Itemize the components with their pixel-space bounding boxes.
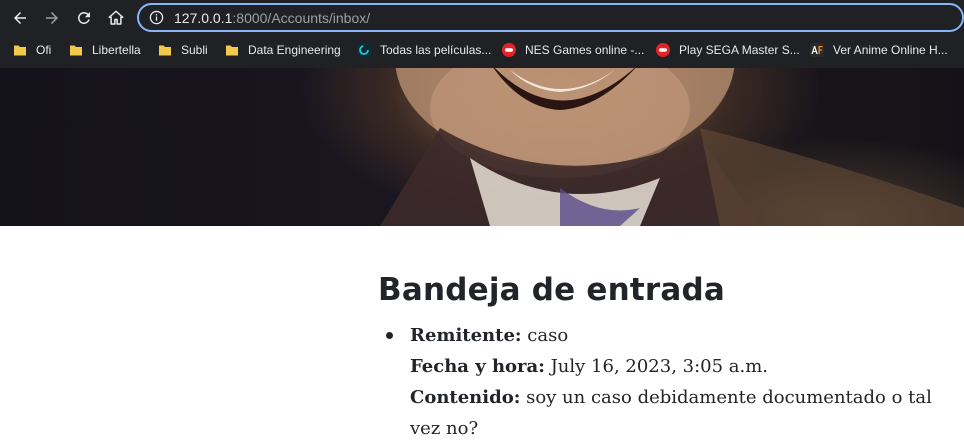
message-content-line: Contenido: soy un caso debidamente docum… [410,382,950,444]
url-text: 127.0.0.1:8000/Accounts/inbox/ [174,10,370,26]
address-bar[interactable]: 127.0.0.1:8000/Accounts/inbox/ [137,3,964,32]
home-button[interactable] [104,6,128,30]
sender-value: caso [527,325,569,346]
list-bullet [386,332,393,339]
bookmark-play-sega[interactable]: Play SEGA Master S... [656,40,800,60]
af-logo-icon [810,43,824,57]
bookmark-label: Data Engineering [248,43,341,57]
folder-icon [226,45,238,56]
bookmark-ofi[interactable]: Ofi [13,40,51,60]
bookmark-libertella[interactable]: Libertella [69,40,141,60]
bookmark-label: Ofi [36,43,52,57]
bookmark-todas-las-peliculas[interactable]: Todas las películas... [357,40,491,60]
bookmark-label: Ver Anime Online H... [833,43,948,57]
message-sender-line: Remitente: caso [410,320,950,351]
datetime-label: Fecha y hora: [410,356,545,377]
url-host: 127.0.0.1 [174,10,233,26]
sender-label: Remitente: [410,325,522,346]
url-path: :8000/Accounts/inbox/ [232,10,371,26]
back-arrow-icon [14,12,26,24]
forward-arrow-icon [46,12,58,24]
forward-button[interactable] [40,6,64,30]
bookmark-ver-anime[interactable]: Ver Anime Online H... [810,40,948,60]
folder-icon [159,45,171,56]
bookmark-label: Todas las películas... [380,43,492,57]
bookmark-data-engineering[interactable]: Data Engineering [225,40,341,60]
gamepad-icon [656,43,670,57]
bookmark-subli[interactable]: Subli [158,40,208,60]
bookmark-label: NES Games online -... [525,43,645,57]
bookmarks-bar: Ofi Libertella Subli Data Engineering To… [0,38,964,62]
bookmark-label: Libertella [92,43,141,57]
browser-chrome: 127.0.0.1:8000/Accounts/inbox/ Ofi Liber… [0,0,964,68]
back-button[interactable] [8,6,32,30]
reload-icon [77,11,90,24]
gamepad-icon [502,43,516,57]
list-item: Remitente: caso Fecha y hora: July 16, 2… [386,320,950,444]
content-label: Contenido: [410,387,521,408]
datetime-value: July 16, 2023, 3:05 a.m. [550,356,769,377]
message-datetime-line: Fecha y hora: July 16, 2023, 3:05 a.m. [410,351,950,382]
header-banner-image [0,68,964,226]
folder-icon [70,45,82,56]
home-icon [108,10,124,25]
page-title: Bandeja de entrada [378,272,726,308]
bookmark-label: Play SEGA Master S... [679,43,800,57]
info-icon[interactable] [149,10,164,25]
site-favicon [357,43,371,57]
bookmark-label: Subli [181,43,208,57]
folder-icon [14,45,26,56]
bookmark-nes-games[interactable]: NES Games online -... [502,40,644,60]
banner-photo [380,68,964,226]
reload-button[interactable] [72,6,96,30]
